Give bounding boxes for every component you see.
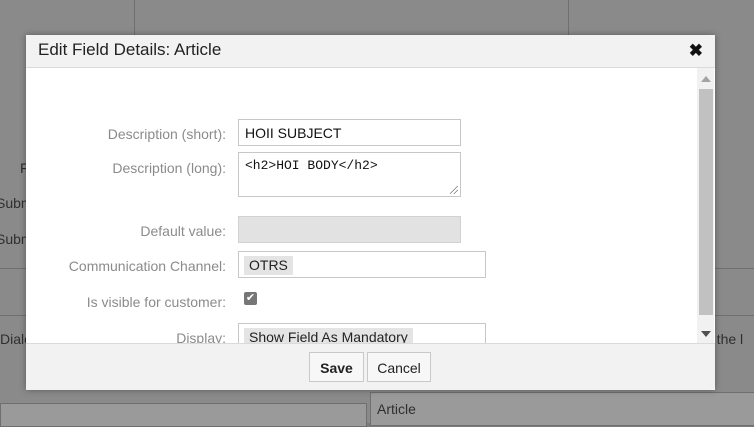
dialog-header: Edit Field Details: Article ✖ [26, 35, 715, 68]
scroll-down-icon[interactable] [701, 331, 711, 337]
visible-for-customer-label: Is visible for customer: [86, 294, 226, 310]
communication-channel-tag[interactable]: OTRS [244, 256, 293, 275]
dialog-content: Description (short): Description (long):… [26, 68, 696, 350]
dialog-title: Edit Field Details: Article [38, 40, 222, 59]
background-panel [0, 403, 367, 427]
cancel-button[interactable]: Cancel [367, 352, 431, 382]
scroll-thumb[interactable] [699, 89, 713, 315]
description-short-label: Description (short): [107, 126, 226, 142]
background-column [0, 0, 135, 36]
resize-grip-icon[interactable] [450, 186, 458, 194]
description-long-field[interactable] [238, 152, 461, 197]
communication-channel-label: Communication Channel: [68, 258, 226, 274]
default-value-input [239, 217, 460, 242]
default-value-label: Default value: [140, 223, 226, 239]
background-column [135, 0, 569, 36]
dialog-footer: Save Cancel [26, 343, 715, 390]
save-button[interactable]: Save [309, 352, 364, 382]
scroll-up-icon[interactable] [701, 76, 711, 82]
background-panel: Article [370, 392, 754, 426]
description-short-field[interactable] [238, 119, 461, 146]
communication-channel-select[interactable]: OTRS [238, 251, 486, 278]
description-long-textarea[interactable] [239, 153, 460, 196]
default-value-field [238, 216, 461, 243]
dialog-scrollbar[interactable] [697, 68, 714, 343]
edit-field-dialog: Edit Field Details: Article ✖ Descriptio… [26, 35, 715, 390]
description-short-input[interactable] [239, 120, 460, 145]
visible-for-customer-checkbox[interactable]: ✔ [244, 292, 257, 305]
close-icon[interactable]: ✖ [689, 42, 703, 60]
description-long-label: Description (long): [112, 160, 226, 176]
background-article-label: Article [377, 401, 416, 417]
